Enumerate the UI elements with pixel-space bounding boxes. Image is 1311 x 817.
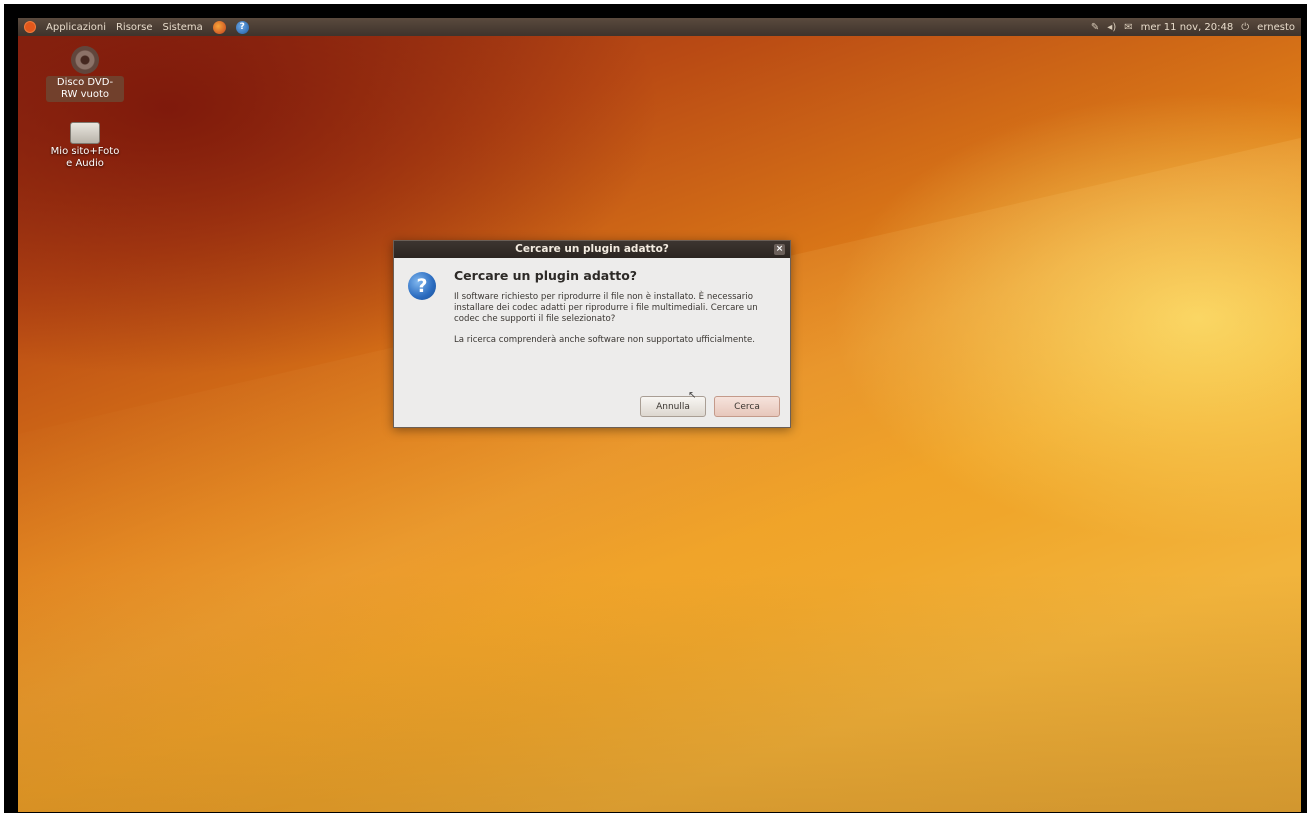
- desktop-icon-label: Disco DVD-RW vuoto: [46, 76, 124, 102]
- search-button[interactable]: Cerca: [714, 396, 780, 417]
- volume-icon[interactable]: ◂): [1107, 22, 1116, 33]
- dialog-note: La ricerca comprenderà anche software no…: [454, 335, 756, 345]
- plugin-search-dialog: Cercare un plugin adatto? × ? Cercare un…: [393, 240, 791, 428]
- power-icon[interactable]: ⏻: [1241, 22, 1249, 33]
- question-icon: ?: [408, 272, 436, 300]
- dialog-titlebar[interactable]: Cercare un plugin adatto? ×: [394, 241, 790, 258]
- dialog-window-title: Cercare un plugin adatto?: [515, 243, 669, 255]
- panel-clock[interactable]: mer 11 nov, 20:48: [1141, 22, 1234, 33]
- network-icon[interactable]: ✎: [1091, 22, 1099, 33]
- top-panel: Applicazioni Risorse Sistema ? ✎ ◂) ✉ me…: [18, 18, 1301, 36]
- panel-tray: ✎ ◂) ✉ mer 11 nov, 20:48 ⏻ ernesto: [1091, 22, 1301, 33]
- menu-applicazioni[interactable]: Applicazioni: [46, 22, 106, 33]
- dialog-message: Il software richiesto per riprodurre il …: [454, 292, 758, 324]
- ubuntu-logo-icon[interactable]: [24, 21, 36, 33]
- desktop-icon-label: Mio sito+Foto e Audio: [50, 146, 120, 169]
- menu-risorse[interactable]: Risorse: [116, 22, 153, 33]
- panel-menu-left: Applicazioni Risorse Sistema ?: [18, 20, 249, 34]
- desktop-screen: Applicazioni Risorse Sistema ? ✎ ◂) ✉ me…: [18, 18, 1301, 812]
- panel-user[interactable]: ernesto: [1257, 22, 1295, 33]
- close-icon[interactable]: ×: [774, 244, 785, 255]
- desktop-icon-drive[interactable]: Mio sito+Foto e Audio: [40, 122, 130, 170]
- mouse-cursor-icon: ↖: [688, 390, 697, 401]
- dialog-button-row: Annulla Cerca: [640, 396, 780, 417]
- drive-icon: [70, 122, 100, 144]
- menu-sistema[interactable]: Sistema: [163, 22, 203, 33]
- desktop-icon-dvd[interactable]: Disco DVD-RW vuoto: [40, 46, 130, 102]
- mail-icon[interactable]: ✉: [1124, 22, 1132, 33]
- help-icon[interactable]: ?: [235, 20, 249, 34]
- firefox-icon[interactable]: [212, 20, 226, 34]
- dialog-heading: Cercare un plugin adatto?: [454, 268, 638, 283]
- dialog-body: ? Cercare un plugin adatto? Il software …: [394, 258, 790, 346]
- photo-frame: Applicazioni Risorse Sistema ? ✎ ◂) ✉ me…: [4, 4, 1307, 813]
- dvd-disc-icon: [71, 46, 99, 74]
